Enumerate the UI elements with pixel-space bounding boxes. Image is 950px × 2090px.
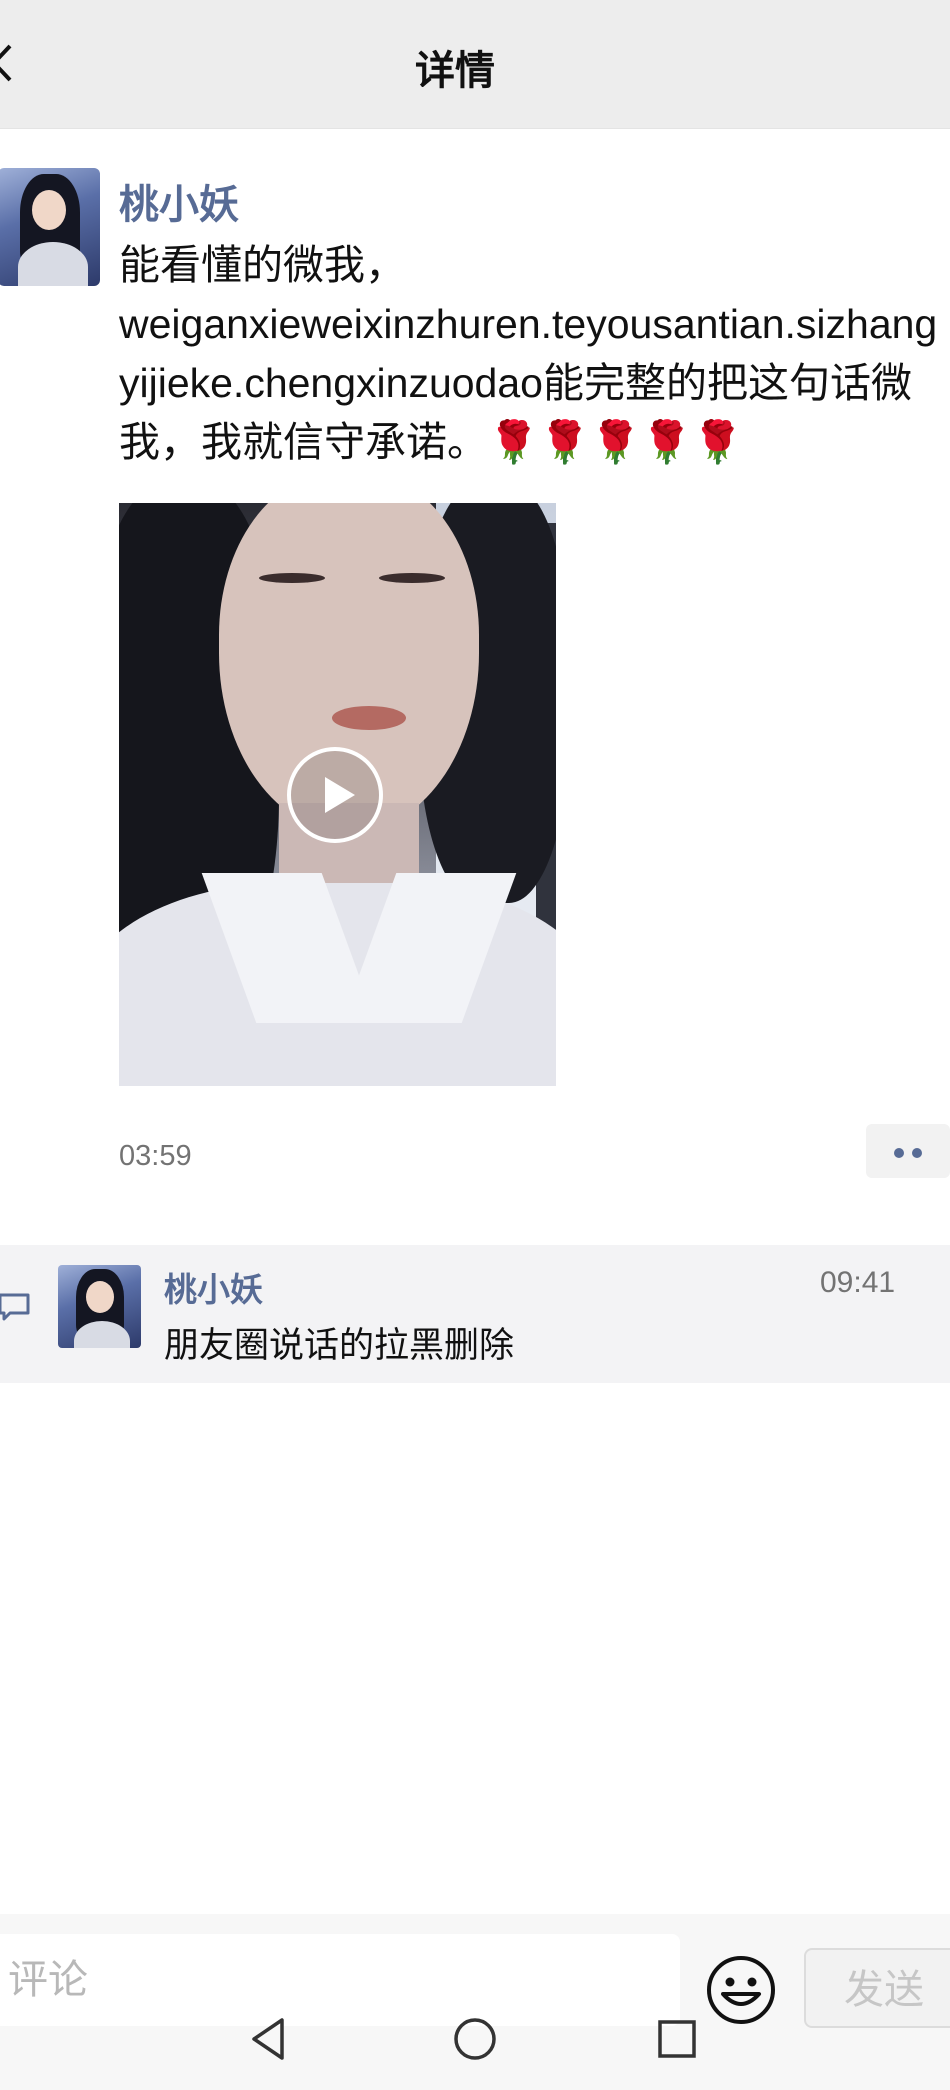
- author-avatar[interactable]: [0, 168, 100, 286]
- author-name[interactable]: 桃小妖: [119, 172, 239, 230]
- comment-time: 09:41: [820, 1266, 896, 1299]
- square-recent-icon[interactable]: [652, 2014, 702, 2064]
- comment-input[interactable]: [0, 1934, 680, 2026]
- page-title: 详情: [415, 49, 495, 93]
- more-button[interactable]: [866, 1124, 950, 1178]
- comment-section: 桃小妖 09:41 朋友圈说话的拉黑删除: [0, 1245, 950, 1383]
- send-button[interactable]: 发送: [804, 1948, 950, 2028]
- play-icon[interactable]: [285, 745, 385, 845]
- circle-home-icon[interactable]: [450, 2014, 500, 2064]
- triangle-back-icon[interactable]: [246, 2014, 296, 2064]
- emoji-icon[interactable]: [705, 1954, 777, 2026]
- commenter-avatar[interactable]: [58, 1265, 141, 1348]
- more-dots-icon: [894, 1148, 904, 1158]
- comment-bubble-icon: [0, 1293, 30, 1321]
- more-dot: [912, 1148, 922, 1158]
- rose-emojis: 🌹🌹🌹🌹🌹: [488, 419, 744, 465]
- header-bar: 详情: [0, 0, 950, 129]
- post-time: 03:59: [119, 1140, 192, 1172]
- post-text: 能看懂的微我， weiganxieweixinzhuren.teyousanti…: [119, 236, 949, 472]
- commenter-name[interactable]: 桃小妖: [164, 1263, 263, 1311]
- comment-text[interactable]: 朋友圈说话的拉黑删除: [164, 1317, 514, 1368]
- video-thumbnail[interactable]: [119, 503, 556, 1086]
